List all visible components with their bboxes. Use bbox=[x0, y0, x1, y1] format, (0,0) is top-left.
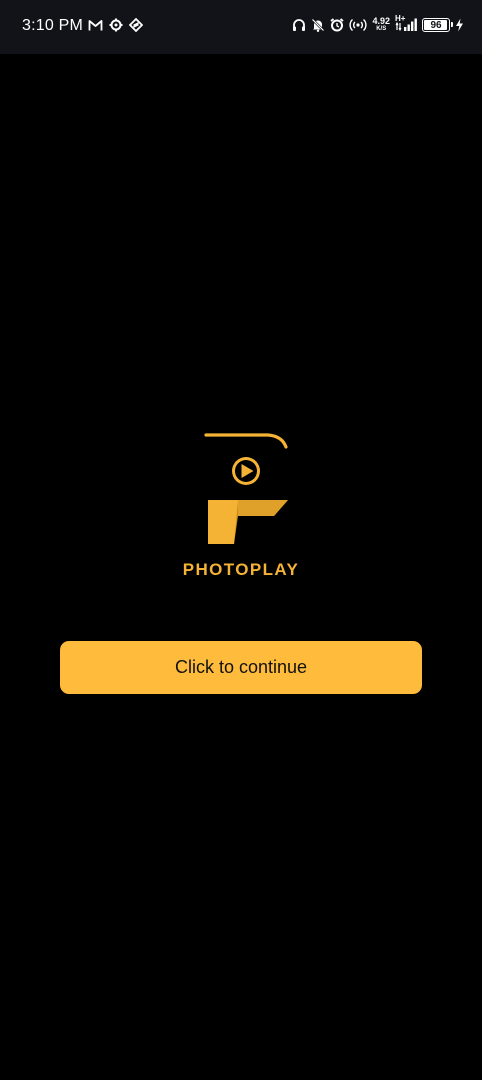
signal-icon: H+ bbox=[395, 14, 417, 32]
status-time: 3:10 PM bbox=[22, 17, 83, 34]
app-notification-icon bbox=[129, 18, 143, 32]
photoplay-logo-graphic bbox=[204, 433, 288, 544]
network-speed-value: 4.92 bbox=[372, 16, 390, 26]
network-type: H+ bbox=[395, 14, 406, 23]
headphones-icon bbox=[292, 18, 306, 32]
photoplay-logo: PHOTOPLAY bbox=[178, 428, 304, 588]
continue-button[interactable]: Click to continue bbox=[60, 641, 422, 694]
hotspot-icon bbox=[349, 18, 368, 32]
settings-gear-icon bbox=[109, 18, 123, 32]
notification-icons bbox=[88, 18, 143, 32]
brand-name: PHOTOPLAY bbox=[182, 560, 300, 579]
mute-bell-icon bbox=[311, 18, 325, 32]
system-icons: 4.92 K/S H+ 96 bbox=[292, 14, 464, 33]
battery-level: 96 bbox=[430, 19, 442, 31]
alarm-icon bbox=[330, 18, 345, 32]
charging-icon bbox=[455, 18, 464, 32]
battery-icon: 96 bbox=[422, 18, 453, 32]
network-speed-unit: K/S bbox=[376, 26, 387, 32]
status-bar: 3:10 PM 4.92 K/S H+ 96 bbox=[0, 0, 482, 54]
gmail-icon bbox=[88, 19, 103, 32]
network-speed: 4.92 K/S bbox=[372, 17, 390, 33]
